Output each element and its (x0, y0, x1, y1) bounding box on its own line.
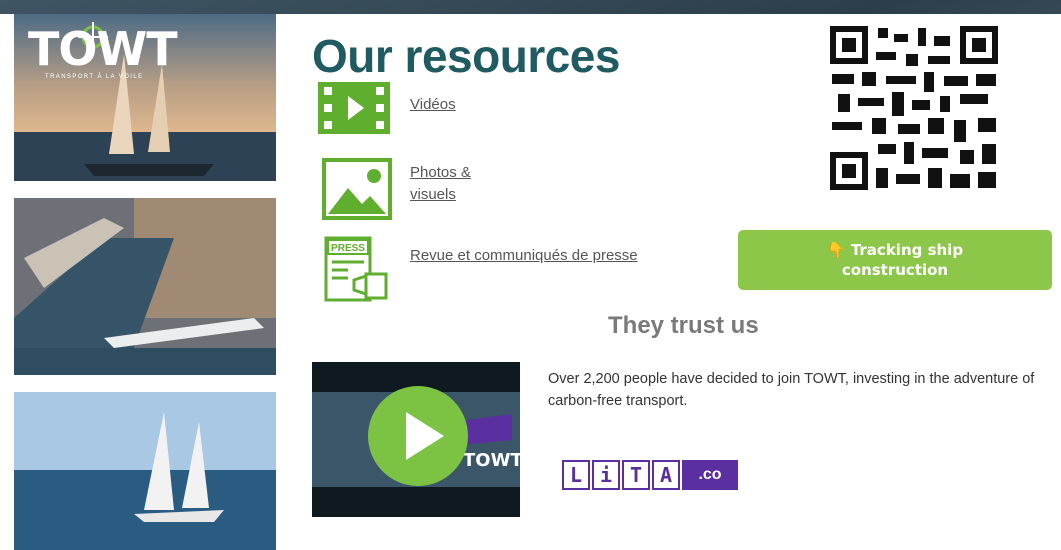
play-button-icon[interactable] (368, 386, 468, 486)
trust-description: Over 2,200 people have decided to join T… (548, 371, 1035, 409)
lita-co-logo[interactable]: L i T A .co (562, 460, 738, 490)
port-aerial-photo (14, 198, 276, 375)
video-brand-text: TOWT (463, 450, 523, 471)
press-newspaper-icon[interactable]: PRESS (324, 236, 390, 307)
lita-letter: A (652, 460, 680, 490)
qr-code (828, 24, 1000, 197)
lita-letter: T (622, 460, 650, 490)
towt-logo[interactable]: TOWT (28, 26, 178, 72)
image-picture-icon[interactable] (322, 158, 392, 225)
trust-section-title: They trust us (608, 312, 759, 339)
videos-link[interactable]: Vidéos (410, 94, 456, 116)
lita-letter: i (592, 460, 620, 490)
sailboat-at-sea-photo (14, 392, 276, 550)
video-film-icon[interactable] (318, 82, 390, 139)
resources-title: Our resources (312, 30, 620, 82)
logo-tagline: TRANSPORT À LA VOILE (45, 74, 144, 80)
photos-visuals-link[interactable]: Photos & visuels (410, 162, 510, 206)
pointing-hand-icon: 👇 (826, 241, 846, 259)
lita-suffix: .co (682, 460, 738, 490)
tracking-button-label: Tracking ship construction (841, 241, 964, 279)
lita-letter: L (562, 460, 590, 490)
press-icon-label: PRESS (331, 243, 365, 254)
press-releases-link[interactable]: Revue et communiqués de presse (410, 245, 660, 267)
tracking-ship-construction-button[interactable]: 👇 Tracking ship construction (738, 230, 1052, 290)
